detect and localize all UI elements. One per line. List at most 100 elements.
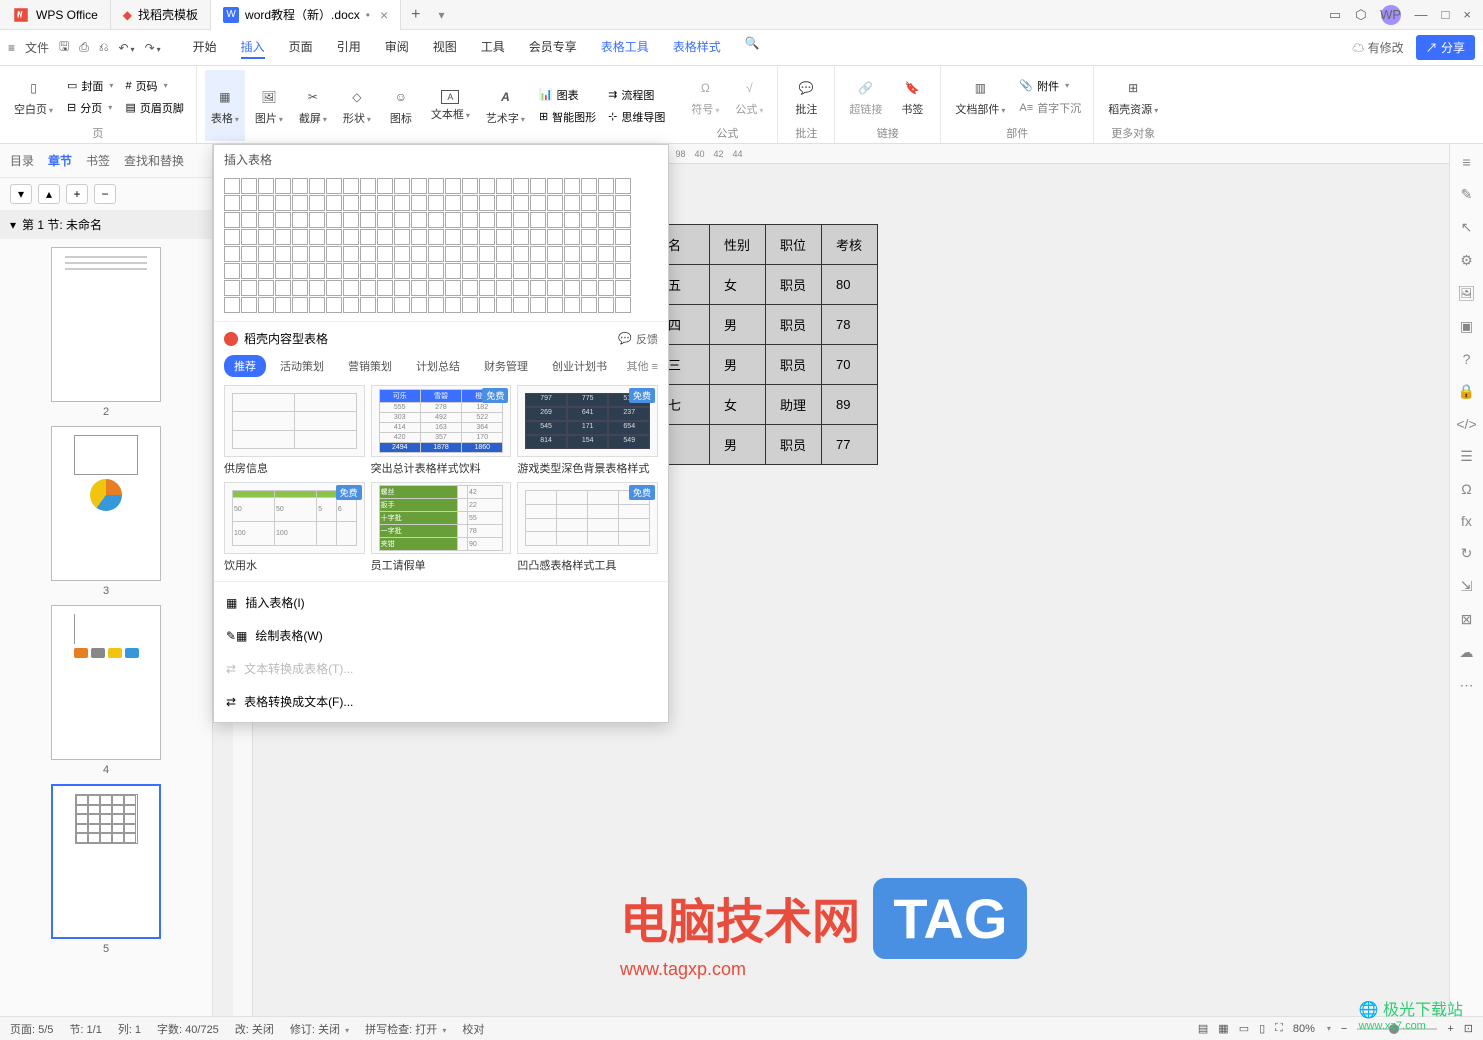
grid-cell[interactable]	[564, 178, 580, 194]
grid-cell[interactable]	[343, 297, 359, 313]
grid-cell[interactable]	[309, 229, 325, 245]
grid-cell[interactable]	[445, 178, 461, 194]
grid-cell[interactable]	[326, 297, 342, 313]
grid-cell[interactable]	[258, 229, 274, 245]
resource-button[interactable]: ⊞ 稻壳资源▾	[1102, 70, 1164, 123]
zoom-out-icon[interactable]: −	[1341, 1023, 1347, 1035]
action-draw-table[interactable]: ✎▦ 绘制表格(W)	[214, 619, 668, 652]
status-section[interactable]: 节: 1/1	[69, 1021, 101, 1037]
grid-cell[interactable]	[496, 297, 512, 313]
grid-cell[interactable]	[547, 212, 563, 228]
grid-cell[interactable]	[428, 229, 444, 245]
bookmark-button[interactable]: 🔖 书签	[892, 70, 932, 123]
grid-cell[interactable]	[513, 297, 529, 313]
grid-cell[interactable]	[411, 178, 427, 194]
grid-cell[interactable]	[462, 280, 478, 296]
grid-cell[interactable]	[360, 263, 376, 279]
grid-cell[interactable]	[496, 178, 512, 194]
grid-cell[interactable]	[462, 229, 478, 245]
tpl-tab-plan[interactable]: 计划总结	[406, 355, 470, 377]
grid-cell[interactable]	[598, 280, 614, 296]
grid-cell[interactable]	[377, 229, 393, 245]
icon-button[interactable]: ☺ 图标	[381, 70, 421, 141]
grid-cell[interactable]	[581, 195, 597, 211]
print-icon[interactable]: ⎙	[79, 40, 89, 55]
dropcap-button[interactable]: A≡首字下沉	[1015, 98, 1085, 118]
grid-cell[interactable]	[292, 195, 308, 211]
nav-remove-icon[interactable]: −	[94, 184, 116, 204]
grid-cell[interactable]	[564, 212, 580, 228]
grid-cell[interactable]	[377, 297, 393, 313]
grid-cell[interactable]	[496, 263, 512, 279]
tpl-tab-marketing[interactable]: 营销策划	[338, 355, 402, 377]
grid-cell[interactable]	[530, 263, 546, 279]
screenshot-button[interactable]: ✂ 截屏▾	[293, 70, 333, 141]
grid-cell[interactable]	[224, 246, 240, 262]
template-item[interactable]: 免费 可乐雪碧橙汁 555278182 303492522 414163364 …	[371, 385, 512, 476]
tab-insert[interactable]: 插入	[241, 36, 265, 59]
grid-cell[interactable]	[343, 195, 359, 211]
tpl-tab-recommend[interactable]: 推荐	[224, 355, 266, 377]
grid-cell[interactable]	[479, 212, 495, 228]
grid-cell[interactable]	[326, 178, 342, 194]
grid-cell[interactable]	[547, 195, 563, 211]
grid-cell[interactable]	[326, 263, 342, 279]
save-icon[interactable]: 🖫	[59, 37, 69, 58]
grid-cell[interactable]	[564, 195, 580, 211]
grid-cell[interactable]	[326, 280, 342, 296]
grid-cell[interactable]	[258, 212, 274, 228]
grid-cell[interactable]	[360, 195, 376, 211]
grid-cell[interactable]	[343, 178, 359, 194]
grid-cell[interactable]	[598, 263, 614, 279]
nav-tab-sections[interactable]: 章节	[48, 152, 72, 169]
grid-cell[interactable]	[496, 246, 512, 262]
cube-icon[interactable]: ⬡	[1355, 7, 1366, 23]
grid-cell[interactable]	[224, 280, 240, 296]
grid-cell[interactable]	[530, 246, 546, 262]
redo-icon[interactable]: ↷▾	[145, 41, 161, 55]
grid-cell[interactable]	[411, 280, 427, 296]
grid-cell[interactable]	[326, 229, 342, 245]
status-spell[interactable]: 拼写检查: 打开 ▾	[365, 1021, 446, 1037]
grid-cell[interactable]	[547, 297, 563, 313]
page-break-button[interactable]: ⊟分页▾	[63, 98, 117, 118]
grid-cell[interactable]	[275, 212, 291, 228]
status-proof[interactable]: 校对	[462, 1021, 484, 1037]
grid-cell[interactable]	[615, 246, 631, 262]
grid-cell[interactable]	[411, 229, 427, 245]
grid-cell[interactable]	[275, 280, 291, 296]
thumbnail-page-2[interactable]: 2	[51, 247, 161, 418]
grid-cell[interactable]	[241, 178, 257, 194]
grid-cell[interactable]	[615, 195, 631, 211]
grid-cell[interactable]	[275, 178, 291, 194]
status-revision[interactable]: 修订: 关闭 ▾	[290, 1021, 349, 1037]
grid-cell[interactable]	[479, 195, 495, 211]
grid-cell[interactable]	[564, 263, 580, 279]
view-web-icon[interactable]: ▦	[1218, 1022, 1228, 1035]
layers-icon[interactable]: ▣	[1460, 318, 1473, 335]
grid-cell[interactable]	[530, 195, 546, 211]
thumbnail-page-3[interactable]: 3	[51, 426, 161, 597]
hamburger-icon[interactable]: ≡	[8, 41, 15, 55]
grid-cell[interactable]	[598, 229, 614, 245]
status-track[interactable]: 改: 关闭	[235, 1021, 274, 1037]
grid-cell[interactable]	[258, 280, 274, 296]
grid-cell[interactable]	[462, 297, 478, 313]
grid-cell[interactable]	[275, 297, 291, 313]
grid-cell[interactable]	[513, 280, 529, 296]
grid-cell[interactable]	[326, 212, 342, 228]
grid-cell[interactable]	[309, 212, 325, 228]
grid-cell[interactable]	[258, 263, 274, 279]
tab-review[interactable]: 审阅	[385, 36, 409, 59]
close-tab-icon[interactable]: ×	[380, 7, 388, 23]
user-avatar[interactable]: WP	[1381, 5, 1401, 25]
grid-cell[interactable]	[224, 178, 240, 194]
grid-cell[interactable]	[462, 178, 478, 194]
grid-cell[interactable]	[462, 263, 478, 279]
grid-cell[interactable]	[360, 178, 376, 194]
grid-cell[interactable]	[275, 195, 291, 211]
template-item[interactable]: 螺丝42 扳手22 十字批55 一字批78 夹钳90 员工请假单	[371, 482, 512, 573]
list-icon[interactable]: ☰	[1460, 448, 1473, 465]
tab-view[interactable]: 视图	[433, 36, 457, 59]
collapse-sidebar-icon[interactable]: ≡	[1462, 154, 1470, 170]
